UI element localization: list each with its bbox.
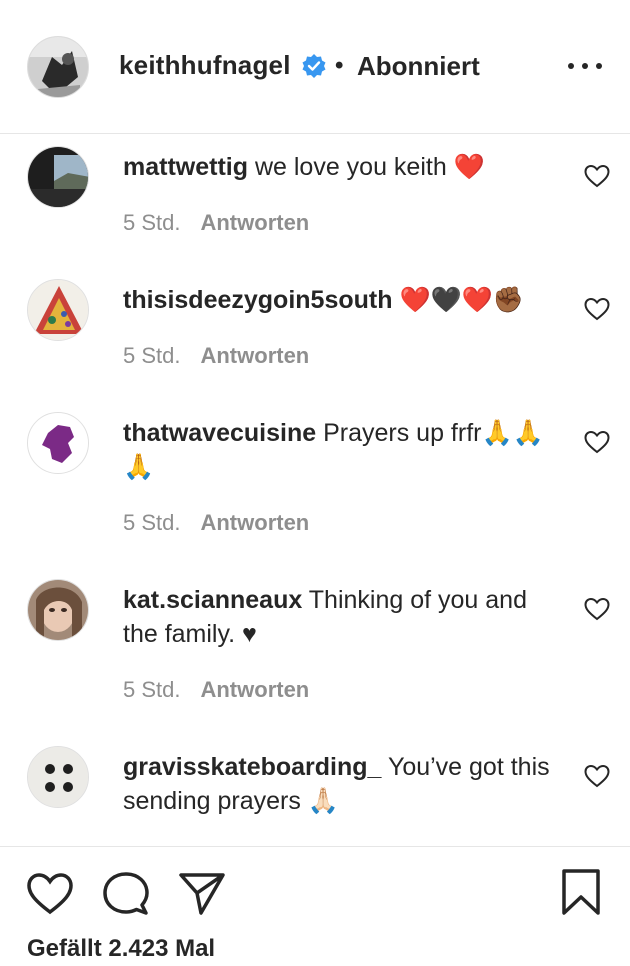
commenter-avatar[interactable] bbox=[27, 146, 89, 208]
comment-username[interactable]: kat.scianneaux bbox=[123, 586, 302, 614]
heart-icon[interactable] bbox=[584, 764, 610, 788]
reply-button[interactable]: Antworten bbox=[200, 210, 309, 235]
heart-icon[interactable] bbox=[584, 597, 610, 621]
verified-badge-icon bbox=[302, 54, 326, 78]
commenter-avatar[interactable] bbox=[27, 412, 89, 474]
like-heart-icon[interactable] bbox=[26, 872, 74, 916]
author-username[interactable]: keithhufnagel bbox=[119, 50, 291, 81]
heart-icon[interactable] bbox=[584, 164, 610, 188]
comment-text: ❤️🖤❤️✊🏾 bbox=[399, 286, 524, 314]
follow-status-button[interactable]: Abonniert bbox=[357, 51, 480, 82]
comment-username[interactable]: thisisdeezygoin5south bbox=[123, 286, 392, 314]
bookmark-icon[interactable] bbox=[560, 868, 602, 916]
dot bbox=[596, 63, 602, 69]
comment-bubble-icon[interactable] bbox=[102, 870, 150, 916]
comment-text: we love you keith ❤️ bbox=[254, 153, 485, 181]
reply-button[interactable]: Antworten bbox=[200, 677, 309, 702]
comment-timestamp: 5 Std. bbox=[123, 343, 181, 368]
comment-username[interactable]: gravisskateboarding_ bbox=[123, 753, 381, 781]
commenter-avatar[interactable] bbox=[27, 579, 89, 641]
likes-count[interactable]: Gefällt 2.423 Mal bbox=[27, 935, 215, 963]
comment-timestamp: 5 Std. bbox=[123, 510, 181, 535]
commenter-avatar[interactable] bbox=[27, 279, 89, 341]
heart-icon[interactable] bbox=[584, 297, 610, 321]
comment-username[interactable]: thatwavecuisine bbox=[123, 419, 316, 447]
more-options-icon[interactable] bbox=[568, 54, 602, 78]
dot bbox=[568, 63, 574, 69]
reply-button[interactable]: Antworten bbox=[200, 343, 309, 368]
commenter-avatar[interactable] bbox=[27, 746, 89, 808]
post-header: keithhufnagel • Abonniert bbox=[0, 0, 630, 134]
comment-timestamp: 5 Std. bbox=[123, 677, 181, 702]
share-paper-plane-icon[interactable] bbox=[178, 870, 226, 916]
dot bbox=[582, 63, 588, 69]
separator-dot: • bbox=[335, 52, 344, 79]
reply-button[interactable]: Antworten bbox=[200, 510, 309, 535]
comment-username[interactable]: mattwettig bbox=[123, 153, 248, 181]
author-avatar[interactable] bbox=[27, 36, 89, 98]
comment-timestamp: 5 Std. bbox=[123, 210, 181, 235]
heart-icon[interactable] bbox=[584, 430, 610, 454]
